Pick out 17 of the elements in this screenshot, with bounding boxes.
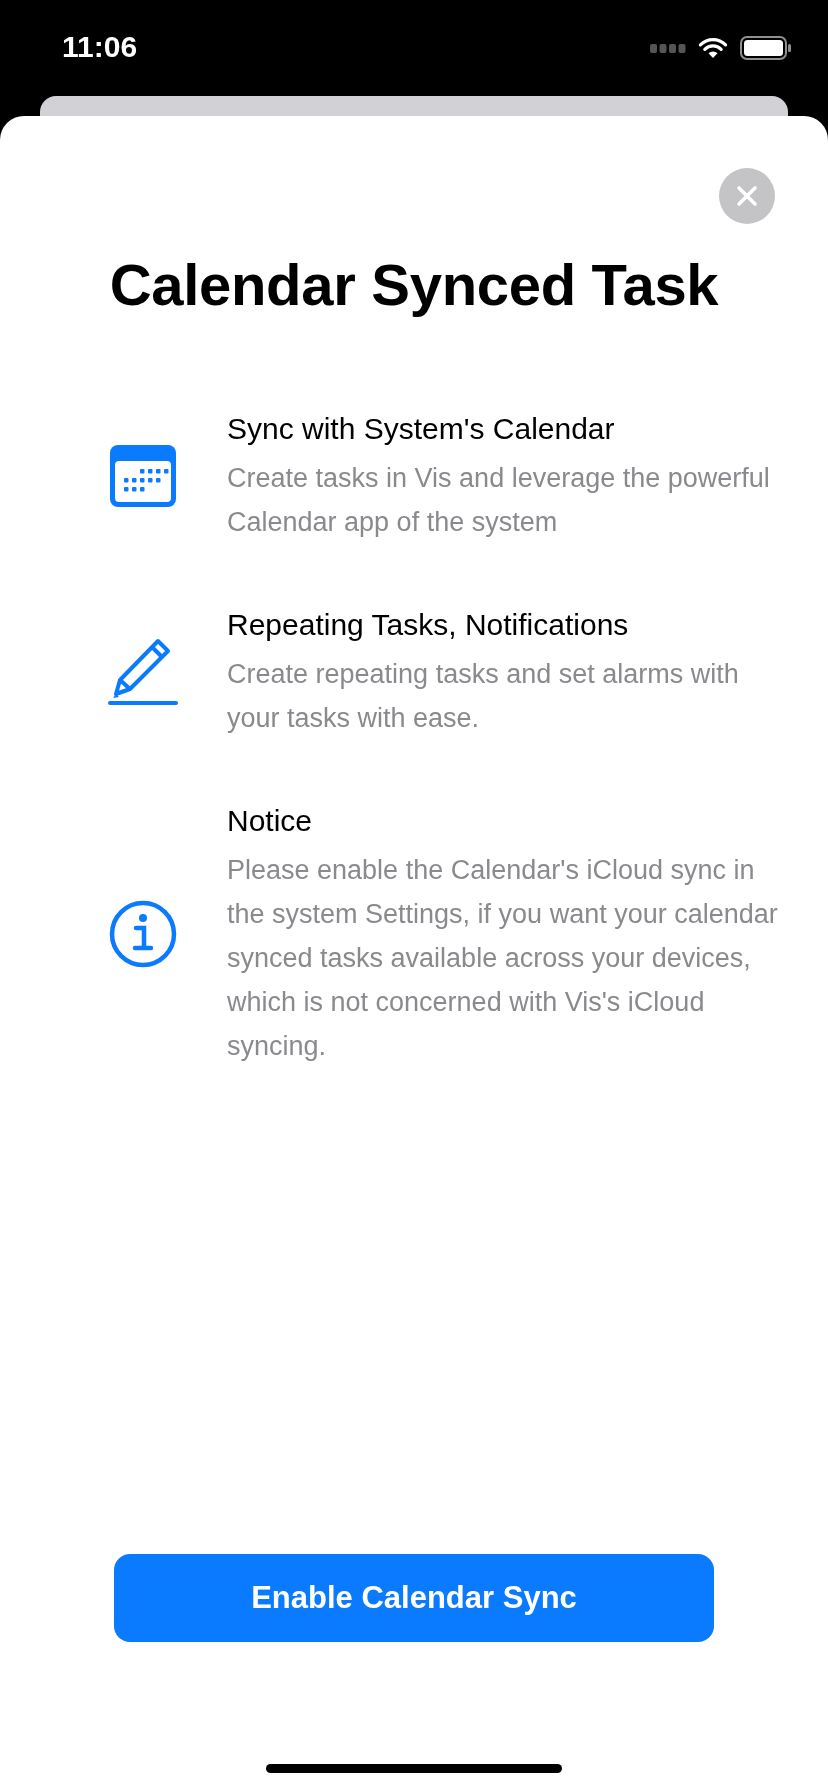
pencil-icon (108, 637, 178, 707)
battery-icon (740, 36, 792, 60)
sheet-title: Calendar Synced Task (108, 251, 720, 319)
enable-sync-button[interactable]: Enable Calendar Sync (114, 1554, 714, 1642)
feature-description: Create repeating tasks and set alarms with your tasks with ease. (227, 658, 740, 735)
status-time: 11:06 (62, 30, 138, 64)
calendar-icon (110, 445, 176, 507)
info-icon (109, 900, 177, 968)
wifi-icon (698, 37, 728, 59)
feature-heading: Notice (227, 803, 314, 839)
signal-icon (650, 43, 686, 53)
feature-description: Please enable the Calendar's iCloud sync in the system Settings, if you want your calendar synced tasks available across your devices, which is not concerned with Vis's iCloud syncing. (227, 854, 779, 1063)
feature-heading: Sync with System's Calendar (227, 411, 616, 447)
close-icon (736, 185, 758, 207)
close-button[interactable] (719, 168, 775, 224)
feature-description: Create tasks in Vis and leverage the powerful Calendar app of the system (227, 462, 771, 539)
feature-heading: Repeating Tasks, Notifications (227, 607, 630, 643)
